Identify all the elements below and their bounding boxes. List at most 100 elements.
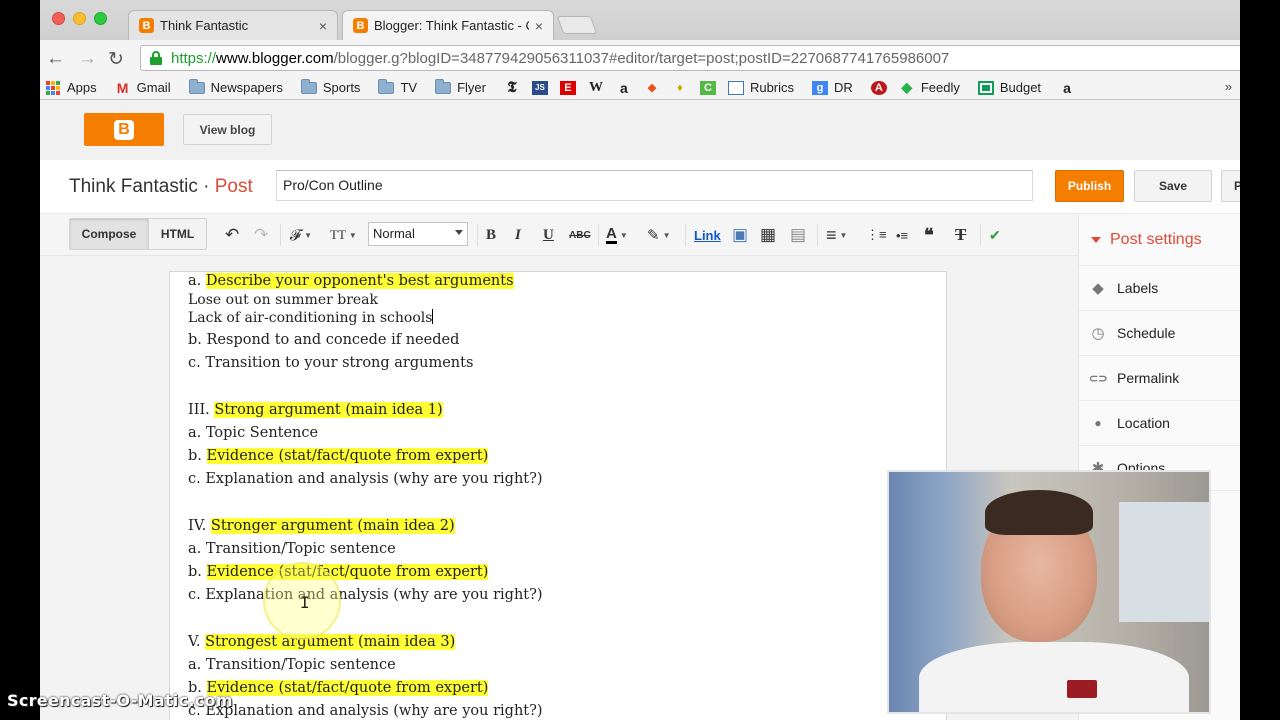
bookmark-js[interactable]: JS [531, 80, 548, 95]
redo-icon[interactable]: ↷ [254, 224, 268, 246]
document-line: a. Describe your opponent's best argumen… [188, 273, 514, 289]
browser-tab-strip: B Think Fantastic × B Blogger: Think Fan… [40, 0, 1240, 40]
chevron-down-icon: ▼ [619, 230, 628, 240]
spellcheck-icon[interactable]: ✔ [989, 224, 1001, 246]
save-button[interactable]: Save [1134, 170, 1212, 202]
blog-breadcrumb: Think Fantastic · Post [69, 176, 253, 198]
js-icon: JS [531, 80, 548, 95]
font-family-button[interactable]: 𝓕 ▼ [290, 224, 312, 246]
sidebar-item-schedule[interactable]: ◷ Schedule [1079, 311, 1240, 356]
preview-button[interactable]: P [1221, 170, 1240, 202]
bookmark-newspapers[interactable]: Newspapers [188, 78, 283, 95]
bookmark-c[interactable]: C [699, 80, 716, 95]
folder-icon [300, 78, 317, 95]
html-mode-button[interactable]: HTML [148, 218, 207, 250]
bookmark-gmail[interactable]: M Gmail [115, 80, 171, 96]
quote-icon[interactable]: ❝ [924, 224, 934, 246]
document-line: a. Transition/Topic sentence [188, 657, 396, 673]
close-tab-icon[interactable]: × [535, 18, 543, 34]
link-button[interactable]: Link [694, 224, 721, 246]
paragraph-format-select[interactable]: Normal [368, 222, 468, 246]
bookmark-label: TV [400, 80, 418, 95]
amazon-icon: a [620, 79, 628, 96]
tab-think-fantastic[interactable]: B Think Fantastic × [128, 10, 338, 40]
bookmark-dr[interactable]: g DR [812, 80, 853, 95]
highlight-color-button[interactable]: ✎ ▼ [647, 224, 671, 246]
insert-jump-break-icon[interactable]: ▤ [790, 224, 806, 246]
webcam-window [1119, 502, 1209, 622]
undo-icon[interactable]: ↶ [225, 224, 239, 246]
text-color-icon: A [606, 224, 617, 244]
numbered-list-icon[interactable]: ⋮≡ [866, 224, 887, 246]
insert-video-icon[interactable]: ▦ [760, 224, 776, 246]
sidebar-item-labels[interactable]: ◆ Labels [1079, 266, 1240, 311]
insert-image-icon[interactable]: ▣ [732, 224, 748, 246]
post-title-input[interactable]: Pro/Con Outline [276, 170, 1033, 201]
remove-formatting-icon[interactable]: T [955, 224, 966, 246]
toolbar-divider [685, 224, 686, 246]
document-line: c. Explanation and analysis (why are you… [188, 703, 543, 719]
browser-toolbar: ← → ↻ https:// www.blogger.com /blogger.… [40, 40, 1240, 76]
format-value: Normal [373, 226, 415, 241]
view-blog-button[interactable]: View blog [183, 114, 272, 145]
blogger-b-icon: B [114, 119, 134, 140]
close-window-button[interactable] [52, 12, 65, 25]
bookmark-nyt[interactable]: 𝕿 [504, 79, 520, 96]
bookmark-flyer[interactable]: Flyer [435, 78, 486, 95]
ibeam-cursor-icon: I [300, 593, 310, 612]
toolbar-divider [980, 224, 981, 246]
pin-icon: ● [1094, 416, 1102, 430]
bookmark-tv[interactable]: TV [378, 78, 418, 95]
bookmark-acrobat[interactable]: A [870, 80, 887, 95]
bookmark-label: Budget [999, 80, 1042, 95]
url-domain: www.blogger.com [216, 49, 334, 67]
post-body-editor[interactable]: a. Describe your opponent's best argumen… [169, 271, 947, 720]
bold-button[interactable]: B [486, 224, 496, 246]
bookmark-sports[interactable]: Sports [300, 78, 360, 95]
blog-name: Think Fantastic [69, 176, 198, 197]
bookmarks-overflow-icon[interactable]: » [1225, 79, 1232, 94]
bookmark-rubrics[interactable]: Rubrics [727, 80, 794, 95]
document-line: V. Strongest argument (main idea 3) [188, 634, 456, 650]
bookmark-espn[interactable]: E [559, 80, 576, 95]
blogger-logo[interactable]: B [84, 113, 164, 146]
alignment-button[interactable]: ≡ ▼ [826, 224, 847, 246]
tab-blogger-editor[interactable]: B Blogger: Think Fantastic - C × [342, 10, 554, 40]
bulleted-list-icon[interactable]: •≡ [896, 224, 908, 246]
sidebar-item-location[interactable]: ● Location [1079, 401, 1240, 446]
bookmark-apps[interactable]: Apps [46, 80, 97, 95]
address-bar[interactable]: https:// www.blogger.com /blogger.g?blog… [140, 45, 1240, 71]
bookmark-bulb[interactable]: ♦ [672, 81, 688, 95]
underline-button[interactable]: U [543, 224, 554, 246]
minimize-window-button[interactable] [73, 12, 86, 25]
sidebar-item-permalink[interactable]: ⊂⊃ Permalink [1079, 356, 1240, 401]
bulb-icon: ♦ [677, 81, 683, 94]
publish-button[interactable]: Publish [1055, 170, 1124, 202]
bookmark-wikipedia[interactable]: W [588, 80, 604, 95]
sidebar-item-label: Permalink [1117, 370, 1180, 386]
document-line: b. Evidence (stat/fact/quote from expert… [188, 680, 489, 696]
folder-icon [188, 78, 205, 95]
bookmark-amazon-2[interactable]: a [1059, 80, 1075, 96]
italic-button[interactable]: I [515, 224, 521, 246]
bookmark-feedly[interactable]: ◆ Feedly [899, 79, 959, 95]
compose-mode-button[interactable]: Compose [69, 218, 149, 250]
bookmark-label: Newspapers [210, 80, 283, 95]
reload-icon[interactable]: ↻ [108, 48, 124, 71]
font-size-button[interactable]: TT ▼ [330, 224, 357, 246]
back-arrow-icon[interactable]: ← [46, 48, 65, 70]
maximize-window-button[interactable] [94, 12, 107, 25]
tab-title: Think Fantastic [160, 18, 249, 33]
bookmark-fox[interactable]: ◆ [644, 81, 660, 95]
forward-arrow-icon[interactable]: → [78, 48, 97, 70]
text-color-button[interactable]: A ▼ [606, 224, 628, 246]
bookmark-amazon[interactable]: a [616, 79, 632, 96]
post-settings-title: Post settings [1110, 230, 1202, 248]
new-tab-button[interactable] [556, 16, 598, 34]
post-settings-header[interactable]: Post settings [1079, 214, 1240, 266]
document-line: b. Evidence (stat/fact/quote from expert… [188, 448, 489, 464]
strikethrough-button[interactable]: ABC [569, 224, 591, 246]
bookmark-budget[interactable]: Budget [977, 80, 1042, 95]
document-line: b. Respond to and concede if needed [188, 332, 460, 348]
close-tab-icon[interactable]: × [319, 18, 327, 34]
